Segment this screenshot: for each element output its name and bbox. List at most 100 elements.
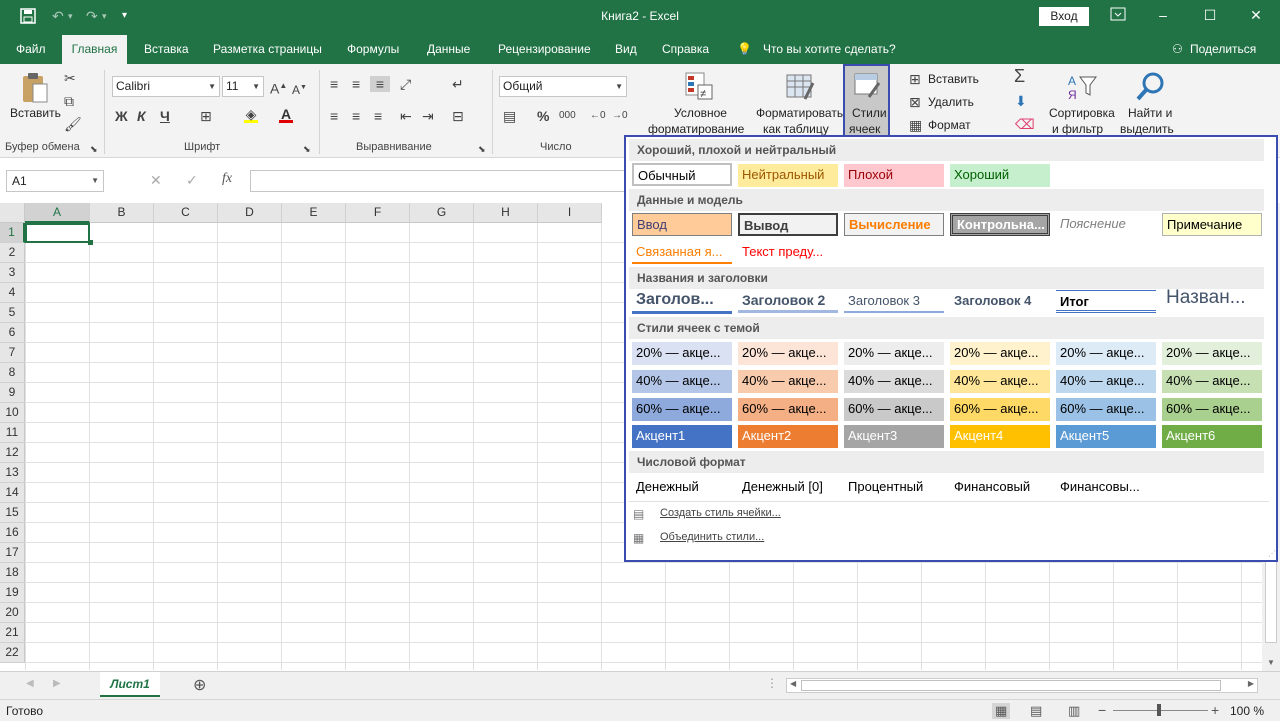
tab-page-layout[interactable]: Разметка страницы	[213, 42, 322, 56]
column-header[interactable]: H	[474, 203, 538, 223]
minimize-icon[interactable]: –	[1153, 7, 1173, 23]
style-total[interactable]: Итог	[1056, 290, 1156, 313]
copy-icon[interactable]: ⧉	[64, 93, 74, 109]
format-painter-icon[interactable]: 🖌	[64, 116, 82, 132]
resize-grip-icon[interactable]: ⋰	[1268, 549, 1276, 558]
italic-button[interactable]: К	[137, 108, 146, 124]
row-header[interactable]: 18	[0, 563, 25, 583]
row-header[interactable]: 16	[0, 523, 25, 543]
style-accent3[interactable]: Акцент3	[844, 425, 944, 448]
style-accent2[interactable]: Акцент2	[738, 425, 838, 448]
row-header[interactable]: 4	[0, 283, 25, 303]
insert-cells-icon[interactable]: ⊞	[909, 71, 921, 87]
percent-style-button[interactable]: %	[537, 108, 549, 124]
increase-font-icon[interactable]: A▲	[270, 78, 287, 97]
align-middle-icon[interactable]: ≡	[352, 76, 360, 92]
format-cells-icon[interactable]: ▦	[909, 117, 922, 133]
row-header[interactable]: 21	[0, 623, 25, 643]
style-60-accent1[interactable]: 60% — акце...	[632, 398, 732, 421]
font-size-dropdown[interactable]: 11 ▼	[222, 76, 264, 97]
align-left-icon[interactable]: ≡	[330, 108, 338, 124]
column-header[interactable]: I	[538, 203, 602, 223]
column-header[interactable]: F	[346, 203, 410, 223]
style-accent5[interactable]: Акцент5	[1056, 425, 1156, 448]
row-header[interactable]: 20	[0, 603, 25, 623]
style-accent4[interactable]: Акцент4	[950, 425, 1050, 448]
style-20-accent6[interactable]: 20% — акце...	[1162, 342, 1262, 365]
zoom-level[interactable]: 100 %	[1230, 704, 1264, 718]
style-heading-2[interactable]: Заголовок 2	[738, 290, 838, 313]
style-20-accent4[interactable]: 20% — акце...	[950, 342, 1050, 365]
row-header[interactable]: 6	[0, 323, 25, 343]
format-as-table-icon[interactable]	[785, 71, 817, 103]
delete-cells-icon[interactable]: ⊠	[909, 94, 921, 110]
add-sheet-icon[interactable]: ⊕	[193, 675, 206, 695]
cut-icon[interactable]: ✂	[64, 70, 76, 86]
tell-me-search[interactable]: Что вы хотите сделать?	[763, 42, 896, 56]
clipboard-launcher-icon[interactable]: ⬊	[90, 141, 98, 157]
style-20-accent3[interactable]: 20% — акце...	[844, 342, 944, 365]
style-accent6[interactable]: Акцент6	[1162, 425, 1262, 448]
increase-indent-icon[interactable]: ⇥	[422, 108, 434, 124]
align-right-icon[interactable]: ≡	[374, 108, 382, 124]
style-warning-text[interactable]: Текст преду...	[738, 241, 838, 264]
row-header[interactable]: 11	[0, 423, 25, 443]
sort-filter-button[interactable]: Сортировка	[1049, 106, 1115, 120]
format-cells-button[interactable]: Формат	[928, 118, 971, 132]
row-header[interactable]: 9	[0, 383, 25, 403]
cancel-entry-icon[interactable]: ✕	[150, 172, 162, 189]
decrease-font-icon[interactable]: A▼	[292, 80, 307, 98]
row-header[interactable]: 1	[0, 223, 25, 243]
tab-formulas[interactable]: Формулы	[347, 42, 399, 56]
normal-view-icon[interactable]: ▦	[992, 703, 1011, 719]
style-20-accent2[interactable]: 20% — акце...	[738, 342, 838, 365]
alignment-launcher-icon[interactable]: ⬊	[478, 141, 486, 157]
style-40-accent5[interactable]: 40% — акце...	[1056, 370, 1156, 393]
scroll-right-icon[interactable]: ▶	[1248, 679, 1254, 688]
font-name-dropdown[interactable]: Calibri ▼	[112, 76, 220, 97]
formula-input[interactable]	[250, 170, 630, 192]
orientation-icon[interactable]: ⤢	[400, 76, 411, 92]
row-header[interactable]: 13	[0, 463, 25, 483]
style-bad[interactable]: Плохой	[844, 164, 944, 187]
underline-button[interactable]: Ч	[160, 108, 170, 124]
paste-button[interactable]: Вставить	[10, 106, 61, 120]
style-40-accent1[interactable]: 40% — акце...	[632, 370, 732, 393]
zoom-slider-thumb[interactable]	[1157, 704, 1161, 716]
maximize-icon[interactable]: ☐	[1200, 7, 1220, 24]
create-cell-style-item[interactable]: Создать стиль ячейки...	[660, 507, 781, 519]
style-normal[interactable]: Обычный	[632, 163, 732, 186]
sort-filter-icon[interactable]: AЯ	[1066, 71, 1098, 103]
style-calculation[interactable]: Вычисление	[844, 213, 944, 236]
format-as-table-button[interactable]: Форматировать	[756, 106, 843, 120]
column-header[interactable]: G	[410, 203, 474, 223]
number-format-dropdown[interactable]: Общий ▼	[499, 76, 627, 97]
style-40-accent6[interactable]: 40% — акце...	[1162, 370, 1262, 393]
row-header[interactable]: 17	[0, 543, 25, 563]
style-20-accent1[interactable]: 20% — акце...	[632, 342, 732, 365]
align-top-icon[interactable]: ≡	[330, 76, 338, 92]
tab-home[interactable]: Главная	[62, 35, 127, 64]
row-header[interactable]: 2	[0, 243, 25, 263]
insert-cells-button[interactable]: Вставить	[928, 72, 979, 86]
column-header[interactable]: A	[25, 203, 90, 223]
merge-center-icon[interactable]: ⊟	[452, 108, 464, 124]
tab-data[interactable]: Данные	[427, 42, 470, 56]
cell-styles-icon[interactable]	[853, 71, 883, 101]
row-header[interactable]: 12	[0, 443, 25, 463]
conditional-formatting-icon[interactable]: ≠	[684, 71, 716, 103]
sheet-prev-icon[interactable]: ◀	[26, 678, 34, 689]
tab-file[interactable]: Файл	[16, 42, 46, 56]
style-output[interactable]: Вывод	[738, 213, 838, 236]
scroll-left-icon[interactable]: ◀	[790, 679, 796, 688]
clear-icon[interactable]: ⌫	[1015, 116, 1035, 132]
confirm-entry-icon[interactable]: ✓	[186, 172, 198, 189]
tab-help[interactable]: Справка	[662, 42, 709, 56]
style-explanatory[interactable]: Пояснение	[1056, 213, 1156, 236]
row-header[interactable]: 8	[0, 363, 25, 383]
conditional-formatting-button[interactable]: Условное	[674, 106, 727, 120]
style-input[interactable]: Ввод	[632, 213, 732, 236]
zoom-in-icon[interactable]: +	[1211, 702, 1219, 718]
tab-review[interactable]: Рецензирование	[498, 42, 591, 56]
style-60-accent6[interactable]: 60% — акце...	[1162, 398, 1262, 421]
